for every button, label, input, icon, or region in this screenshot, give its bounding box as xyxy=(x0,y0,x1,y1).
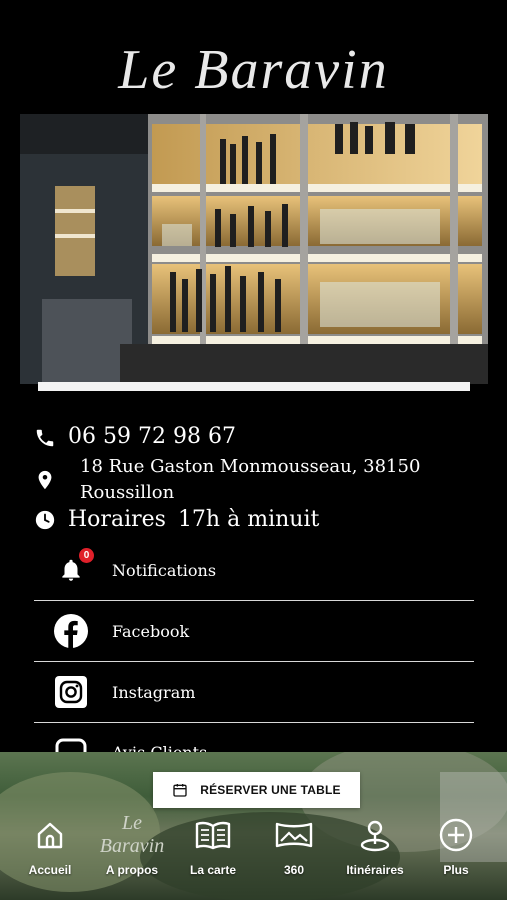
photo-underline xyxy=(38,382,470,391)
nav-item-plus[interactable]: Plus xyxy=(416,815,496,877)
nav-item-a-propos[interactable]: Le Baravin A propos xyxy=(92,812,172,877)
phone-number[interactable]: 06 59 72 98 67 xyxy=(68,424,236,450)
nav-label: Accueil xyxy=(28,863,72,877)
bell-icon: 0 xyxy=(54,548,94,587)
logo-icon: Le Baravin xyxy=(99,812,165,857)
facebook-icon xyxy=(54,614,88,648)
nav-label: A propos xyxy=(105,863,159,877)
notification-badge: 0 xyxy=(79,548,94,563)
hours-label: Horaires xyxy=(68,507,166,532)
list-item-label: Facebook xyxy=(112,621,190,641)
phone-row[interactable]: 06 59 72 98 67 xyxy=(34,424,236,450)
address-line1: 18 Rue Gaston Monmousseau, 38150 xyxy=(80,456,421,477)
nav-label: Itinéraires xyxy=(346,863,404,877)
list-item-label: Instagram xyxy=(112,682,196,702)
list-item-facebook[interactable]: Facebook xyxy=(34,601,474,662)
map-pin-icon xyxy=(335,815,415,855)
bar-photo-illustration xyxy=(20,114,488,384)
calendar-icon xyxy=(173,784,187,797)
nav-item-la-carte[interactable]: La carte xyxy=(173,815,253,877)
nav-item-accueil[interactable]: Accueil xyxy=(10,815,90,877)
clock-icon xyxy=(35,510,55,530)
location-pin-icon xyxy=(38,470,52,490)
list-item-notifications[interactable]: 0 Notifications xyxy=(34,540,474,601)
phone-icon xyxy=(36,429,54,447)
hours-row: Horaires 17h à minuit xyxy=(34,507,319,533)
hours-value: 17h à minuit xyxy=(177,507,320,532)
nav-label: La carte xyxy=(189,863,237,877)
brand-logo: Le Baravin xyxy=(118,39,389,101)
list-item-instagram[interactable]: Instagram xyxy=(34,662,474,723)
nav-item-360[interactable]: 360 xyxy=(254,815,334,877)
address-line2: Roussillon xyxy=(80,482,175,503)
bottom-nav: Accueil Le Baravin A propos La carte 360 xyxy=(0,812,507,885)
reserve-table-button[interactable]: RÉSERVER UNE TABLE xyxy=(153,772,360,808)
nav-label: Plus xyxy=(443,863,469,877)
list-item-label: Notifications xyxy=(112,560,217,580)
panorama-icon xyxy=(254,815,334,855)
reserve-table-label: RÉSERVER UNE TABLE xyxy=(200,783,341,797)
instagram-icon xyxy=(54,675,88,709)
home-icon xyxy=(10,815,90,855)
nav-label: 360 xyxy=(283,863,305,877)
links-list: 0 Notifications Facebook Instagram xyxy=(34,540,474,763)
nav-item-itineraires[interactable]: Itinéraires xyxy=(335,815,415,877)
book-icon xyxy=(173,815,253,855)
address-row[interactable]: 18 Rue Gaston Monmousseau, 38150 Roussil… xyxy=(34,454,420,506)
plus-circle-icon xyxy=(416,815,496,855)
bar-photo xyxy=(20,114,488,384)
